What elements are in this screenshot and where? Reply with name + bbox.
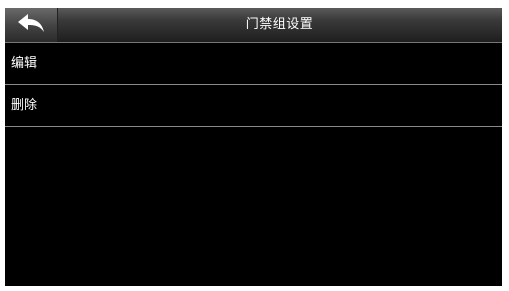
menu-item-edit[interactable]: 编辑 <box>5 43 502 85</box>
menu-list: 编辑 删除 <box>5 43 502 127</box>
page-title: 门禁组设置 <box>245 17 314 32</box>
back-arrow-icon <box>16 12 46 38</box>
device-screen: 门禁组设置 编辑 删除 <box>5 8 502 286</box>
menu-item-delete[interactable]: 删除 <box>5 85 502 127</box>
back-button[interactable] <box>5 8 58 42</box>
title-bar: 门禁组设置 <box>5 8 502 43</box>
